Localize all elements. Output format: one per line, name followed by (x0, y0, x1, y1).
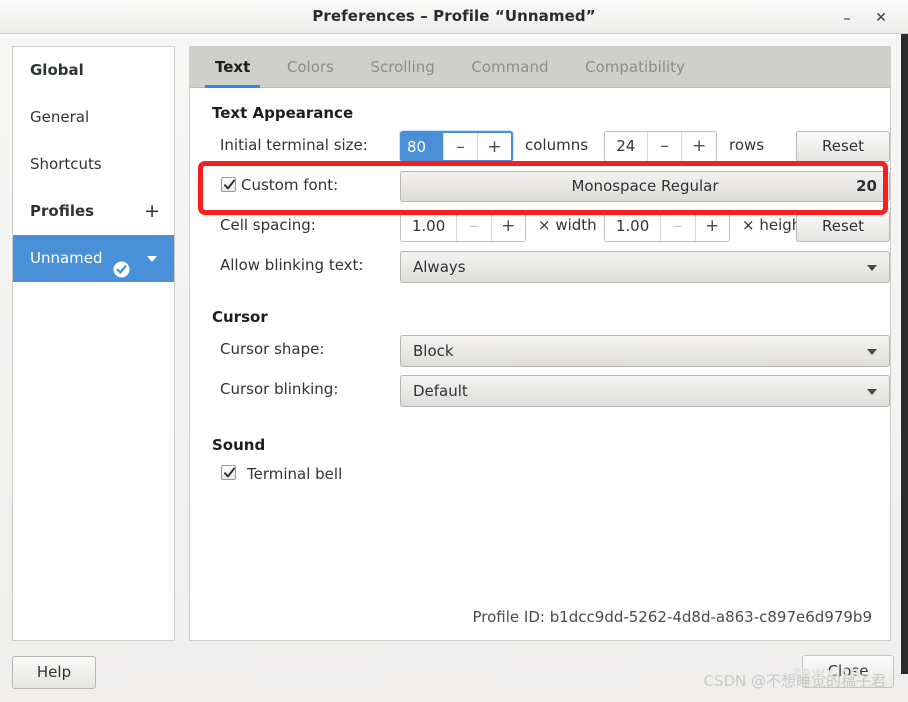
row-cursor-shape: Cursor shape: Block (212, 332, 890, 372)
tab-scrolling[interactable]: Scrolling (354, 47, 450, 88)
row-allow-blinking-text: Allow blinking text: Always (212, 248, 890, 288)
tab-content-text: Text Appearance Initial terminal size: 8… (190, 88, 890, 490)
allow-blinking-text-value: Always (413, 258, 466, 276)
columns-increment-button[interactable]: + (476, 133, 511, 160)
initial-terminal-size-label: Initial terminal size: (220, 136, 368, 154)
close-button[interactable]: Close (802, 655, 894, 688)
sidebar-item-label: Global (30, 61, 84, 79)
title-bar: Preferences – Profile “Unnamed” – ✕ (0, 0, 908, 34)
row-cursor-blinking: Cursor blinking: Default (212, 372, 890, 416)
help-button[interactable]: Help (12, 656, 96, 689)
preferences-window: Preferences – Profile “Unnamed” – ✕ Glob… (0, 0, 908, 702)
sidebar-item-label: Unnamed (30, 249, 103, 267)
close-icon[interactable]: ✕ (870, 8, 892, 28)
rows-unit-label: rows (729, 136, 765, 154)
sidebar-item-label: General (30, 108, 90, 126)
cell-spacing-label: Cell spacing: (220, 216, 316, 234)
sidebar-item-label: Shortcuts (30, 155, 102, 173)
sidebar: Global General Shortcuts Profiles + Unna… (12, 46, 175, 641)
cell-height-spinner[interactable]: 1.00 – + (604, 211, 730, 242)
row-terminal-bell: Terminal bell (212, 460, 872, 490)
terminal-bell-label: Terminal bell (247, 465, 343, 483)
allow-blinking-text-select[interactable]: Always (400, 251, 890, 283)
cursor-shape-value: Block (413, 342, 454, 360)
section-heading-text-appearance: Text Appearance (212, 104, 354, 122)
sidebar-item-general[interactable]: General (13, 94, 174, 141)
custom-font-checkbox[interactable] (221, 177, 236, 192)
sidebar-item-shortcuts[interactable]: Shortcuts (13, 141, 174, 188)
cell-width-unit-label: × width (538, 216, 597, 234)
tab-bar: Text Colors Scrolling Command Compatibil… (190, 47, 890, 88)
section-heading-cursor: Cursor (212, 308, 268, 326)
cell-width-increment-button[interactable]: + (490, 212, 525, 241)
custom-font-name: Monospace Regular (571, 177, 719, 195)
allow-blinking-text-label: Allow blinking text: (220, 256, 364, 274)
row-custom-font: Custom font: Monospace Regular 20 (212, 168, 890, 208)
minimize-icon[interactable]: – (836, 8, 858, 28)
custom-font-label: Custom font: (241, 176, 339, 194)
columns-decrement-button[interactable]: – (442, 133, 477, 160)
default-profile-check-icon[interactable] (113, 250, 130, 278)
section-heading-sound: Sound (212, 436, 266, 454)
cursor-blinking-select[interactable]: Default (400, 375, 890, 407)
cursor-shape-label: Cursor shape: (220, 340, 325, 358)
rows-decrement-button[interactable]: – (646, 132, 682, 161)
cursor-shape-select[interactable]: Block (400, 335, 890, 367)
cell-height-increment-button[interactable]: + (694, 212, 729, 241)
tab-text[interactable]: Text (199, 47, 266, 88)
add-profile-icon[interactable]: + (144, 188, 160, 235)
custom-font-size: 20 (856, 177, 877, 195)
custom-font-button[interactable]: Monospace Regular 20 (400, 171, 890, 202)
cell-spacing-reset-button[interactable]: Reset (796, 211, 890, 242)
rows-increment-button[interactable]: + (681, 132, 716, 161)
rows-spinner[interactable]: 24 – + (604, 131, 717, 162)
tab-colors[interactable]: Colors (271, 47, 350, 88)
sidebar-item-label: Profiles (30, 202, 95, 220)
cell-width-spinner[interactable]: 1.00 – + (400, 211, 526, 242)
sidebar-item-unnamed[interactable]: Unnamed (13, 235, 174, 282)
cursor-blinking-label: Cursor blinking: (220, 380, 339, 398)
chevron-down-icon (867, 389, 877, 395)
chevron-down-icon (867, 349, 877, 355)
window-right-edge (901, 34, 908, 674)
cell-width-input[interactable]: 1.00 (401, 212, 457, 241)
chevron-down-icon (867, 265, 877, 271)
tab-command[interactable]: Command (455, 47, 564, 88)
terminal-size-reset-button[interactable]: Reset (796, 131, 890, 162)
row-cell-spacing: Cell spacing: 1.00 – + × width 1.00 – + … (212, 208, 890, 248)
tab-compatibility[interactable]: Compatibility (569, 47, 701, 88)
profile-menu-chevron-down-icon[interactable] (147, 256, 157, 262)
cursor-blinking-value: Default (413, 382, 468, 400)
terminal-bell-checkbox[interactable] (221, 465, 236, 480)
main-panel: Text Colors Scrolling Command Compatibil… (189, 46, 891, 641)
sidebar-item-profiles: Profiles + (13, 188, 174, 235)
cell-height-decrement-button[interactable]: – (660, 212, 695, 241)
profile-id-text: Profile ID: b1dcc9dd-5262-4d8d-a863-c897… (472, 608, 872, 626)
columns-input[interactable]: 80 (402, 133, 443, 160)
cell-height-input[interactable]: 1.00 (605, 212, 661, 241)
columns-unit-label: columns (525, 136, 589, 154)
row-initial-terminal-size: Initial terminal size: 80 – + columns 24… (212, 128, 890, 168)
rows-input[interactable]: 24 (605, 132, 647, 161)
window-title: Preferences – Profile “Unnamed” (312, 7, 596, 25)
columns-spinner[interactable]: 80 – + (400, 131, 513, 162)
sidebar-item-global[interactable]: Global (13, 47, 174, 94)
cell-width-decrement-button[interactable]: – (456, 212, 491, 241)
